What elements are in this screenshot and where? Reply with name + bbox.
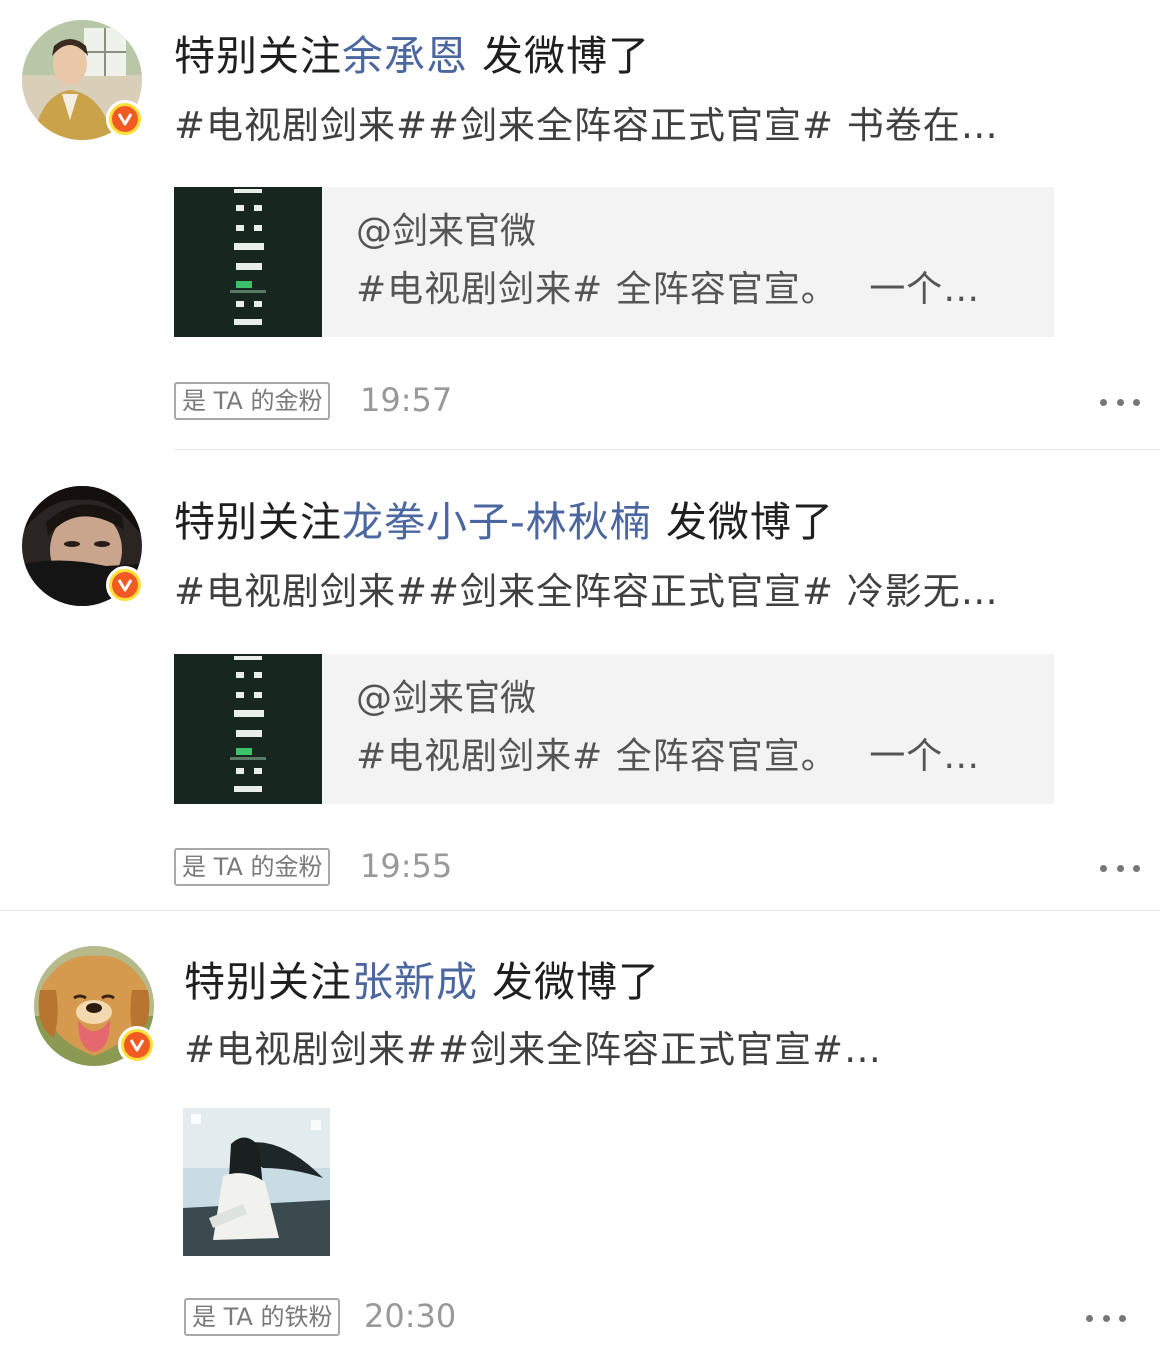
feed-item[interactable]: 特别关注余承恩 发微博了 #电视剧剑来##剑来全阵容正式官宣# 书卷在… @剑来… — [0, 0, 1160, 450]
post-snippet[interactable]: #电视剧剑来##剑来全阵容正式官宣#… — [184, 1026, 882, 1074]
username-link[interactable]: 龙拳小子-林秋楠 — [342, 498, 652, 546]
verified-badge-icon — [106, 100, 144, 138]
fan-badge: 是 TA 的铁粉 — [184, 1298, 341, 1336]
avatar[interactable] — [22, 20, 144, 140]
post-meta: 是 TA 的金粉 19:57 — [174, 381, 1160, 422]
post-time: 19:55 — [360, 847, 453, 885]
feed-item[interactable]: 特别关注张新成 发微博了 #电视剧剑来##剑来全阵容正式官宣#… 是 TA 的铁… — [0, 912, 1160, 1356]
post-image[interactable] — [183, 1108, 330, 1256]
headline-prefix: 特别关注 — [174, 498, 342, 546]
repost-card[interactable]: @剑来官微 #电视剧剑来# 全阵容官宣。 一个… — [174, 654, 1054, 804]
repost-source[interactable]: @剑来官微 — [356, 209, 536, 255]
more-options-icon[interactable] — [1100, 392, 1140, 412]
verified-badge-icon — [106, 566, 144, 604]
repost-thumbnail — [174, 187, 322, 337]
post-meta: 是 TA 的铁粉 20:30 — [184, 1297, 1160, 1338]
post-snippet[interactable]: #电视剧剑来##剑来全阵容正式官宣# 冷影无… — [174, 568, 999, 616]
more-options-icon[interactable] — [1100, 858, 1140, 878]
headline-suffix: 发微博了 — [478, 958, 661, 1006]
post-meta: 是 TA 的金粉 19:55 — [174, 847, 1160, 888]
username-link[interactable]: 余承恩 — [342, 32, 468, 80]
fan-badge: 是 TA 的金粉 — [174, 382, 331, 420]
headline-suffix: 发微博了 — [651, 498, 834, 546]
repost-card[interactable]: @剑来官微 #电视剧剑来# 全阵容官宣。 一个… — [174, 187, 1054, 337]
post-time: 19:57 — [360, 381, 453, 419]
repost-text: #电视剧剑来# 全阵容官宣。 一个… — [356, 269, 981, 310]
post-headline: 特别关注余承恩 发微博了 — [174, 30, 650, 82]
more-options-icon[interactable] — [1086, 1308, 1126, 1328]
headline-suffix: 发微博了 — [468, 32, 651, 80]
avatar[interactable] — [22, 486, 144, 606]
username-link[interactable]: 张新成 — [352, 958, 478, 1006]
post-time: 20:30 — [364, 1297, 457, 1335]
repost-source[interactable]: @剑来官微 — [356, 676, 536, 722]
post-headline: 特别关注张新成 发微博了 — [184, 956, 660, 1008]
repost-text: #电视剧剑来# 全阵容官宣。 一个… — [356, 736, 981, 777]
divider — [0, 910, 1160, 911]
fan-badge: 是 TA 的金粉 — [174, 848, 331, 886]
verified-badge-icon — [118, 1026, 156, 1064]
repost-thumbnail — [174, 654, 322, 804]
feed-item[interactable]: 特别关注龙拳小子-林秋楠 发微博了 #电视剧剑来##剑来全阵容正式官宣# 冷影无… — [0, 450, 1160, 912]
post-headline: 特别关注龙拳小子-林秋楠 发微博了 — [174, 496, 834, 548]
headline-prefix: 特别关注 — [174, 32, 342, 80]
post-snippet[interactable]: #电视剧剑来##剑来全阵容正式官宣# 书卷在… — [174, 102, 999, 150]
headline-prefix: 特别关注 — [184, 958, 352, 1006]
avatar[interactable] — [34, 946, 156, 1066]
